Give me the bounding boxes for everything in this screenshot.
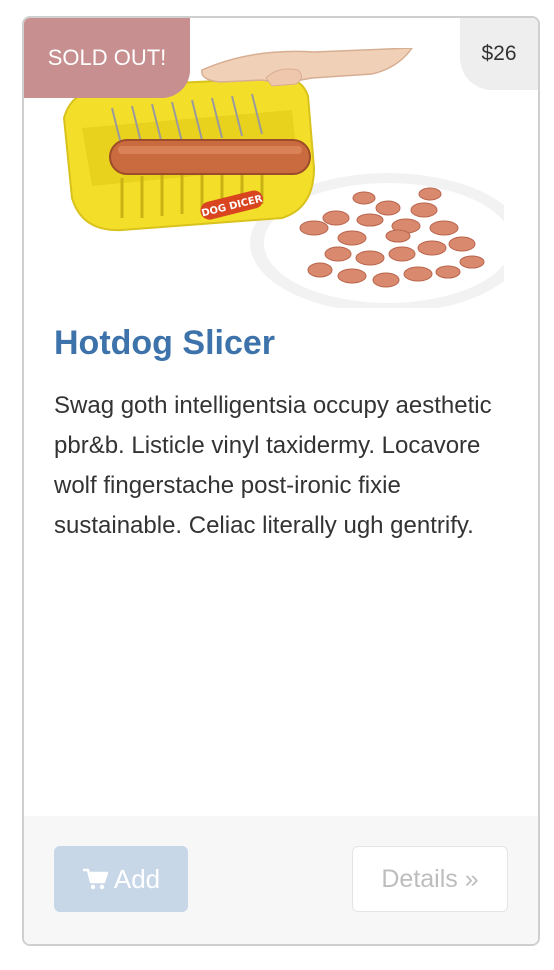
card-footer: Add Details » [24, 816, 538, 944]
add-button-label: Add [113, 863, 161, 894]
price-label: $26 [481, 42, 517, 65]
add-button[interactable]: Add [54, 846, 188, 912]
price-badge: $26 [460, 18, 538, 90]
details-button[interactable]: Details » [352, 846, 508, 912]
product-card: SOLD OUT! $26 DOG DICER Hotdog Slicer Sw… [22, 16, 540, 946]
product-description: Swag goth intelligentsia occupy aestheti… [54, 392, 492, 539]
product-title[interactable]: Hotdog Slicer [54, 324, 275, 363]
shopping-cart-icon [82, 868, 108, 890]
sold-out-badge: SOLD OUT! [24, 18, 190, 98]
sold-out-label: SOLD OUT! [47, 45, 167, 70]
details-button-label: Details » [381, 864, 479, 893]
